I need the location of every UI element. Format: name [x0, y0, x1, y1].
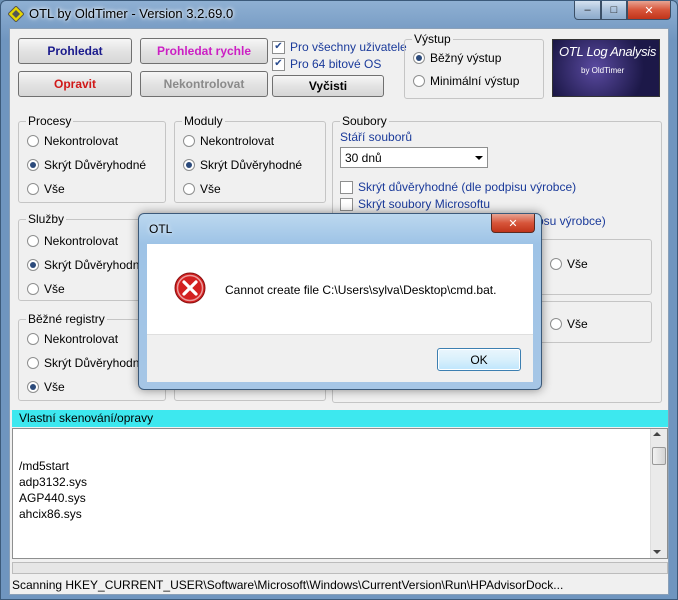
standard-output-radio[interactable]: Běžný výstup	[413, 51, 501, 65]
quick-scan-button[interactable]: Prohledat rychle	[140, 38, 268, 64]
modules-hide-trusted-radio[interactable]: Skrýt Důvěryhodné	[183, 158, 302, 172]
checkmark-icon: ✔	[272, 40, 285, 54]
scan-button[interactable]: Prohledat	[18, 38, 132, 64]
registry-all-radio[interactable]: Vše	[27, 380, 65, 394]
files-sub2-all-radio[interactable]: Vše	[550, 317, 588, 331]
modules-group: Moduly Nekontrolovat Skrýt Důvěryhodné V…	[174, 114, 326, 203]
otl-app-icon	[8, 6, 24, 22]
dialog-message: Cannot create file C:\Users\sylva\Deskto…	[225, 283, 497, 297]
checkmark-icon: ✔	[272, 57, 285, 71]
list-item: /md5start	[19, 459, 70, 473]
chevron-down-icon	[475, 156, 483, 160]
fix-button[interactable]: Opravit	[18, 71, 132, 97]
maximize-button[interactable]: □	[601, 1, 627, 20]
error-dialog: OTL ✕ Cannot create file C:\Users\sylva\…	[138, 213, 542, 390]
progress-bar	[12, 562, 668, 574]
status-text: Scanning HKEY_CURRENT_USER\Software\Micr…	[12, 578, 564, 592]
registry-unchecked-radio[interactable]: Nekontrolovat	[27, 332, 118, 346]
services-hide-trusted-radio[interactable]: Skrýt Důvěryhodné	[27, 258, 146, 272]
custom-scan-textarea[interactable]: /md5start adp3132.sys AGP440.sys ahcix86…	[12, 428, 668, 559]
clear-button[interactable]: Vyčisti	[272, 75, 384, 97]
error-x-icon	[174, 272, 206, 304]
processes-all-radio[interactable]: Vše	[27, 182, 65, 196]
partially-hidden-label: psu výrobce)	[537, 214, 606, 228]
close-button[interactable]: ✕	[627, 1, 671, 20]
processes-hide-trusted-radio[interactable]: Skrýt Důvěryhodné	[27, 158, 146, 172]
processes-unchecked-radio[interactable]: Nekontrolovat	[27, 134, 118, 148]
scroll-up-icon[interactable]	[653, 432, 661, 436]
list-item: ahcix86.sys	[19, 507, 82, 521]
list-item: AGP440.sys	[19, 491, 86, 505]
modules-all-radio[interactable]: Vše	[183, 182, 221, 196]
minimize-button[interactable]: –	[574, 1, 601, 20]
dialog-footer: OK	[147, 334, 533, 382]
processes-group: Procesy Nekontrolovat Skrýt Důvěryhodné …	[18, 114, 166, 203]
scroll-down-icon[interactable]	[653, 550, 661, 554]
dialog-title: OTL	[149, 222, 173, 236]
otl-log-analysis-logo: OTL Log Analysis by OldTimer	[552, 39, 660, 97]
vertical-scrollbar[interactable]	[650, 429, 667, 558]
scroll-thumb[interactable]	[652, 447, 666, 465]
minimal-output-radio[interactable]: Minimální výstup	[413, 74, 519, 88]
list-item: adp3132.sys	[19, 475, 88, 489]
registry-hide-trusted-radio[interactable]: Skrýt Důvěryhodné	[27, 356, 146, 370]
modules-unchecked-radio[interactable]: Nekontrolovat	[183, 134, 274, 148]
unchecked-button: Nekontrolovat	[140, 71, 268, 97]
services-all-radio[interactable]: Vše	[27, 282, 65, 296]
file-age-select[interactable]: 30 dnů	[340, 147, 488, 168]
file-age-label: Stáří souborů	[340, 130, 413, 144]
64bit-checkbox[interactable]: ✔ Pro 64 bitové OS	[272, 57, 381, 71]
all-users-checkbox[interactable]: ✔ Pro všechny uživatele	[272, 40, 407, 54]
files-sub1-all-radio[interactable]: Vše	[550, 257, 588, 271]
window-title: OTL by OldTimer - Version 3.2.69.0	[29, 6, 234, 21]
output-group: Výstup Běžný výstup Minimální výstup	[404, 32, 544, 99]
ok-button[interactable]: OK	[437, 348, 521, 371]
hide-microsoft-files-checkbox[interactable]: Skrýt soubory Microsoftu	[340, 197, 490, 211]
custom-scan-header: Vlastní skenování/opravy	[12, 410, 668, 427]
output-group-label: Výstup	[412, 32, 453, 46]
services-unchecked-radio[interactable]: Nekontrolovat	[27, 234, 118, 248]
hide-trusted-signature-checkbox[interactable]: Skrýt důvěryhodné (dle podpisu výrobce)	[340, 180, 576, 194]
title-bar[interactable]: OTL by OldTimer - Version 3.2.69.0 – □ ✕	[1, 1, 677, 27]
dialog-body: Cannot create file C:\Users\sylva\Deskto…	[147, 244, 533, 334]
dialog-close-button[interactable]: ✕	[491, 214, 535, 233]
